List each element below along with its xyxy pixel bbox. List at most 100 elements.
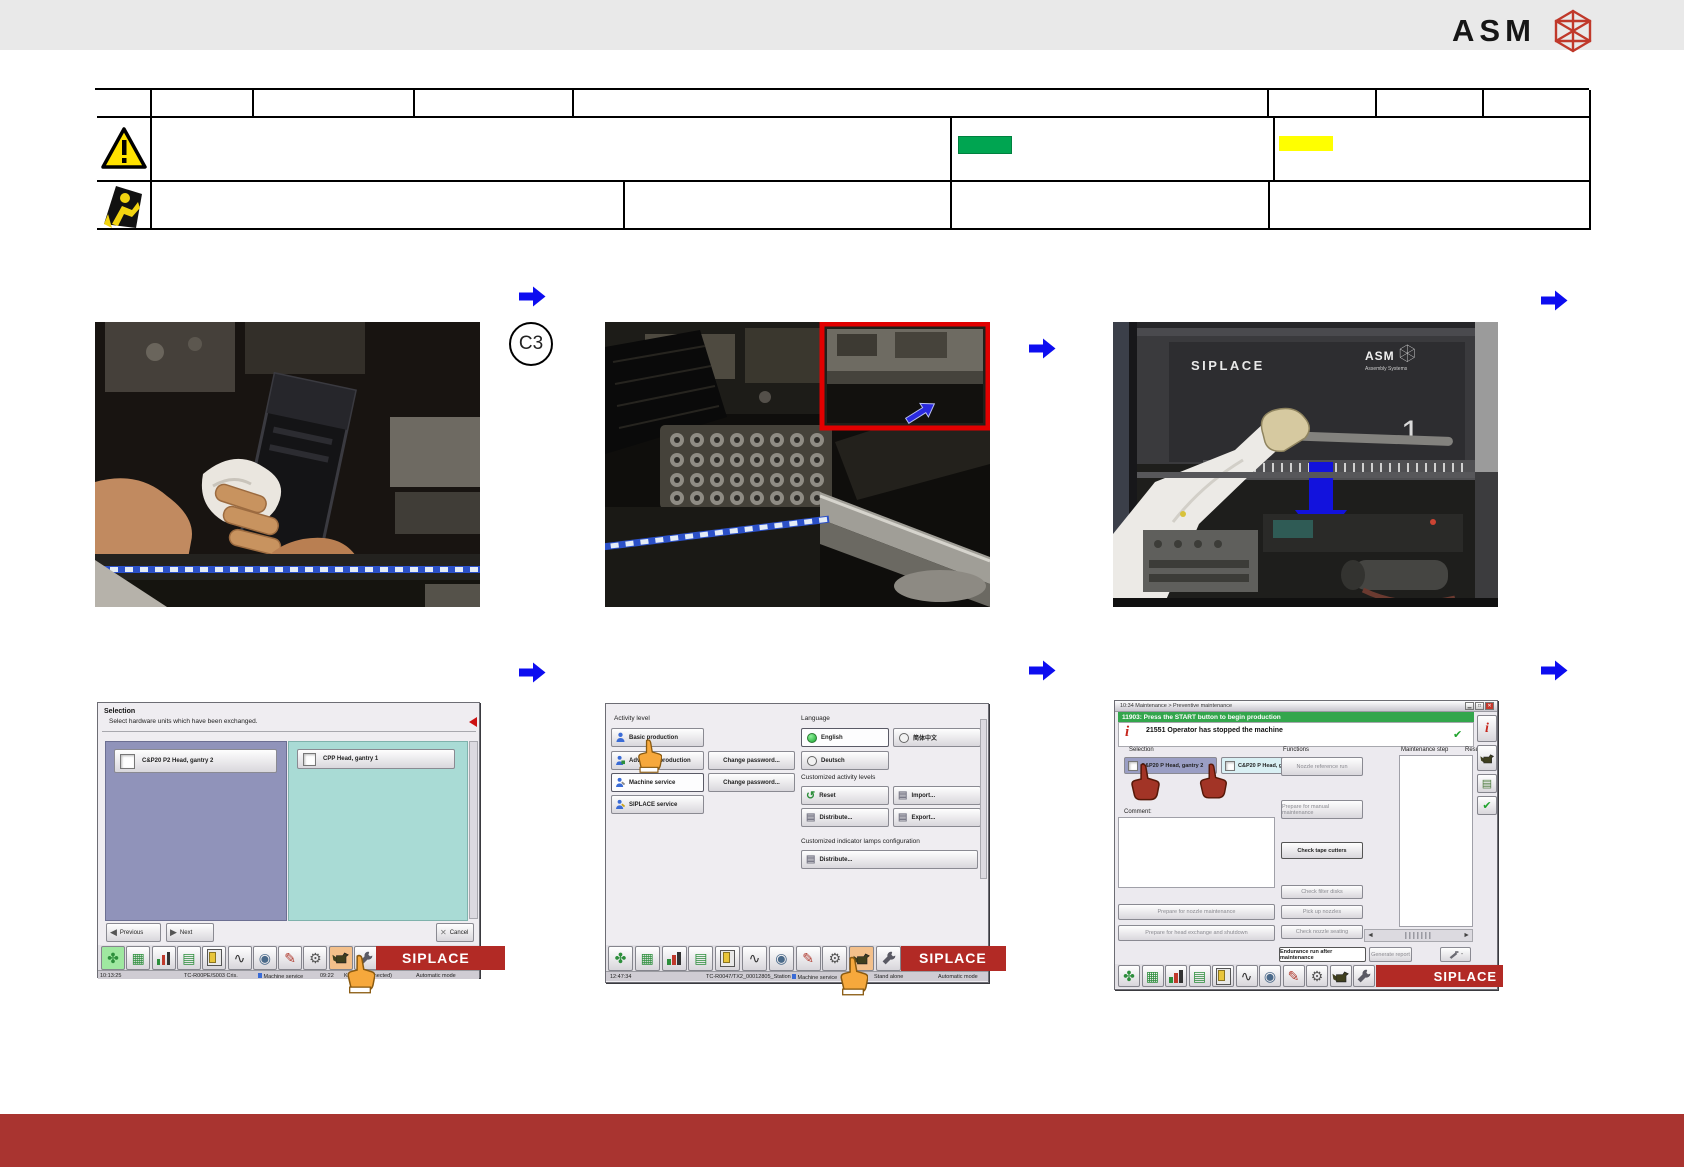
head-button-gantry1[interactable]: CPP Head, gantry 1 xyxy=(297,749,455,769)
lamps-config-label: Customized indicator lamps configuration xyxy=(801,838,920,845)
export-button[interactable]: ▤ Export... xyxy=(893,808,981,827)
toolbar-button-diagnostics[interactable]: ∿ xyxy=(1235,965,1258,987)
toolbar-button-service[interactable]: ⚙ xyxy=(1306,965,1328,987)
toolbar-button-setup[interactable]: ▤ xyxy=(688,945,714,971)
maintenance-step-list[interactable] xyxy=(1399,755,1473,927)
statistics-icon xyxy=(156,951,171,965)
c3-label: C3 xyxy=(518,333,544,354)
previous-arrow-icon: ◀ xyxy=(110,927,117,937)
endurance-run-button[interactable]: Endurance run after maintenance xyxy=(1279,947,1366,962)
horizontal-scrollbar[interactable]: ◄ ► xyxy=(1364,929,1473,942)
sidebar-oilcan-button[interactable] xyxy=(1477,745,1497,771)
language-chinese[interactable]: 简体中文 xyxy=(893,728,981,747)
toolbar-button-service[interactable]: ⚙ xyxy=(303,945,328,970)
toolbar-button-stations[interactable]: ▦ xyxy=(1141,965,1164,987)
scroll-right-icon[interactable]: ► xyxy=(1463,932,1470,939)
toolbar-button-camera[interactable]: ◉ xyxy=(252,945,277,970)
photo-inset-detail xyxy=(819,322,990,431)
toolbar-button-cabinet[interactable] xyxy=(715,945,741,971)
toolbar-button-wrench[interactable] xyxy=(1353,965,1375,987)
maximize-button[interactable]: □ xyxy=(1475,702,1484,710)
selection-subtitle: Select hardware units which have been ex… xyxy=(109,718,258,725)
yellow-marker-cell xyxy=(1275,118,1591,182)
toolbar-button-statistics[interactable] xyxy=(661,945,687,971)
close-button[interactable]: ✕ xyxy=(1485,702,1494,710)
comment-textarea[interactable] xyxy=(1118,817,1275,888)
prepare-manual-maintenance-button[interactable]: Prepare for manual maintenance xyxy=(1281,800,1363,819)
nozzle-reference-run-button[interactable]: Nozzle reference run xyxy=(1281,757,1363,776)
toolbar-button-repair[interactable]: ✎ xyxy=(1282,965,1305,987)
sidebar-info-button[interactable]: i xyxy=(1477,715,1497,742)
tool-option-button[interactable]: - xyxy=(1440,947,1471,962)
change-password-button-2[interactable]: Change password... xyxy=(708,773,795,792)
change-password-label: Change password... xyxy=(723,779,780,786)
language-english[interactable]: English xyxy=(801,728,889,747)
toolbar-button-repair[interactable]: ✎ xyxy=(795,945,821,971)
status-bar: 12:47:34 TC-R0047/TX2_00012805_Station M… xyxy=(606,971,988,981)
export-icon: ▤ xyxy=(898,812,908,823)
screenshot-maintenance-window: 10:34 Maintenance > Preventive maintenan… xyxy=(1114,700,1503,990)
toolbar-button-cabinet[interactable] xyxy=(202,945,227,970)
check-nozzle-seating-button[interactable]: Check nozzle seating xyxy=(1281,925,1363,939)
status-time: 10:13:25 xyxy=(100,972,122,979)
scroll-left-icon[interactable]: ◄ xyxy=(1367,932,1374,939)
toolbar-button-statistics[interactable] xyxy=(151,945,176,970)
button-label: Check nozzle seating xyxy=(1295,929,1349,935)
level-siplace-service[interactable]: SIPLACE service xyxy=(611,795,704,814)
export-label: Export... xyxy=(911,814,936,821)
toolbar-button-camera[interactable]: ◉ xyxy=(1259,965,1281,987)
previous-button[interactable]: ◀ Previous xyxy=(106,923,161,942)
toolbar-button-overview[interactable]: ✤ xyxy=(608,945,633,971)
toolbar-button-overview[interactable]: ✤ xyxy=(1118,965,1140,987)
pick-up-nozzles-button[interactable]: Pick up nozzles xyxy=(1281,905,1363,919)
minimize-button[interactable]: ▁ xyxy=(1465,702,1474,710)
step-arrow-icon xyxy=(519,286,546,307)
toolbar-button-oil-can[interactable] xyxy=(1329,965,1352,987)
check-tape-cutters-button[interactable]: Check tape cutters xyxy=(1281,842,1363,859)
toolbar-button-overview[interactable]: ✤ xyxy=(101,945,125,970)
toolbar-button-setup[interactable]: ▤ xyxy=(1188,965,1211,987)
import-button[interactable]: ▤ Import... xyxy=(893,786,981,805)
lamps-distribute-button[interactable]: ▤ Distribute... xyxy=(801,850,978,869)
toolbar-button-stations[interactable]: ▦ xyxy=(126,945,151,970)
next-button[interactable]: ▶ Next xyxy=(166,923,214,942)
head-button-gantry2[interactable]: C&P20 P2 Head, gantry 2 xyxy=(114,749,277,773)
info-table-warning-row xyxy=(97,118,1591,182)
toolbar-button-statistics[interactable] xyxy=(1165,965,1187,987)
toolbar-button-camera[interactable]: ◉ xyxy=(768,945,794,971)
toolbar-button-stations[interactable]: ▦ xyxy=(634,945,660,971)
green-status-banner: 11903: Press the START button to begin p… xyxy=(1118,712,1474,722)
generate-report-button[interactable]: Generate report xyxy=(1369,947,1412,962)
confirm-check-icon[interactable]: ✔ xyxy=(1453,728,1462,741)
level-machine-service[interactable]: Machine service xyxy=(611,773,704,792)
prepare-nozzle-maintenance-button[interactable]: Prepare for nozzle maintenance xyxy=(1118,904,1275,920)
checkbox[interactable] xyxy=(120,753,135,769)
reset-button[interactable]: ↺ Reset xyxy=(801,786,889,805)
language-deutsch[interactable]: Deutsch xyxy=(801,751,889,770)
vertical-scrollbar[interactable] xyxy=(469,741,478,919)
toolbar: ✤ ▦ ▤ ∿ ◉ ✎ ⚙ SIPLACE xyxy=(1115,964,1503,988)
button-label: Endurance run after maintenance xyxy=(1280,948,1333,961)
status-user: Machine service xyxy=(792,973,837,981)
cancel-button[interactable]: ✕ Cancel xyxy=(436,923,474,942)
cancel-x-icon: ✕ xyxy=(440,928,447,937)
sidebar-check-button[interactable]: ✔ xyxy=(1477,796,1497,815)
toolbar-button-repair[interactable]: ✎ xyxy=(278,945,303,970)
setup-icon: ▤ xyxy=(182,949,196,966)
toolbar-button-wrench[interactable] xyxy=(876,945,901,971)
scroll-thumb[interactable] xyxy=(1404,932,1433,939)
check-filter-disks-button[interactable]: Check filter disks xyxy=(1281,885,1363,899)
checkbox[interactable] xyxy=(303,752,316,766)
change-password-label: Change password... xyxy=(723,757,780,764)
toolbar-button-cabinet[interactable] xyxy=(1212,965,1234,987)
toolbar-button-diagnostics[interactable]: ∿ xyxy=(742,945,767,971)
sidebar-stack-button[interactable]: ▤ xyxy=(1477,774,1497,793)
esd-warning-icon xyxy=(104,186,142,228)
toolbar-button-setup[interactable]: ▤ xyxy=(176,945,201,970)
change-password-button-1[interactable]: Change password... xyxy=(708,751,795,770)
prepare-head-exchange-button[interactable]: Prepare for head exchange and shutdown xyxy=(1118,925,1275,941)
vertical-scrollbar[interactable] xyxy=(980,719,987,879)
manual-page: ASM C3 SIPLACE ASM Assembly Systems 1 Se… xyxy=(0,0,1684,1170)
toolbar-button-diagnostics[interactable]: ∿ xyxy=(227,945,252,970)
distribute-button[interactable]: ▤ Distribute... xyxy=(801,808,889,827)
